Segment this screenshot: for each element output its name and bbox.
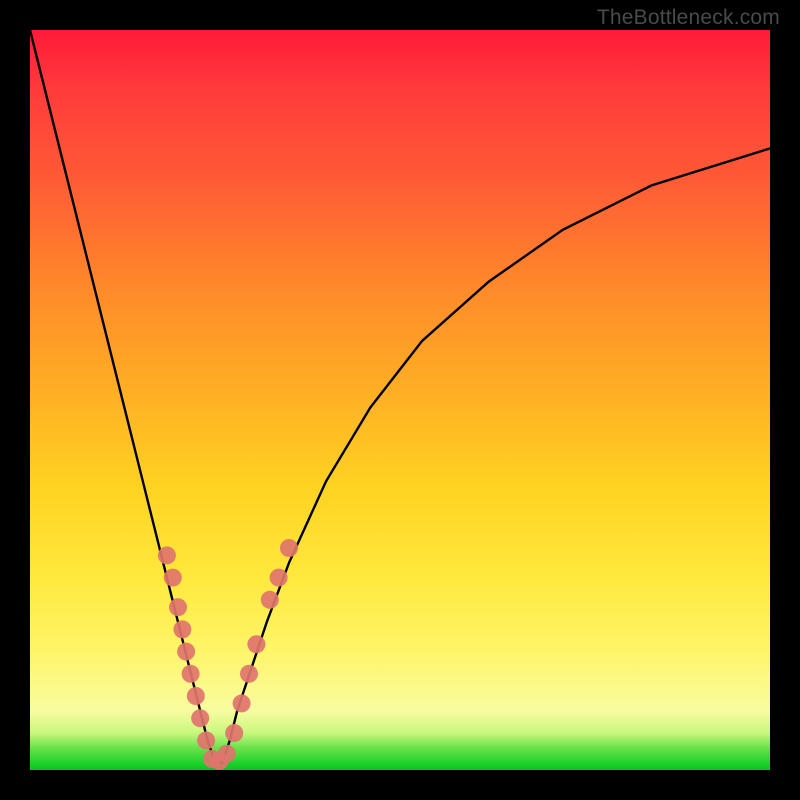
watermark-text: TheBottleneck.com <box>597 6 780 30</box>
curve-marker-dot <box>247 635 265 653</box>
curve-marker-dot <box>182 665 200 683</box>
curve-marker-dot <box>169 598 187 616</box>
curve-marker-dot <box>187 687 205 705</box>
curve-marker-dot <box>164 569 182 587</box>
curve-marker-dot <box>218 745 236 763</box>
curve-marker-dot <box>280 539 298 557</box>
curve-marker-dot <box>158 546 176 564</box>
curve-marker-dot <box>240 665 258 683</box>
bottleneck-curve-svg <box>30 30 770 770</box>
curve-marker-dot <box>261 591 279 609</box>
plot-area <box>30 30 770 770</box>
curve-marker-dot <box>270 569 288 587</box>
chart-frame: TheBottleneck.com <box>0 0 800 800</box>
curve-marker-dot <box>225 724 243 742</box>
curve-marker-dot <box>173 620 191 638</box>
curve-markers <box>158 539 298 770</box>
curve-marker-dot <box>233 694 251 712</box>
curve-marker-dot <box>197 731 215 749</box>
curve-marker-dot <box>191 709 209 727</box>
curve-line <box>30 30 770 763</box>
curve-marker-dot <box>177 643 195 661</box>
